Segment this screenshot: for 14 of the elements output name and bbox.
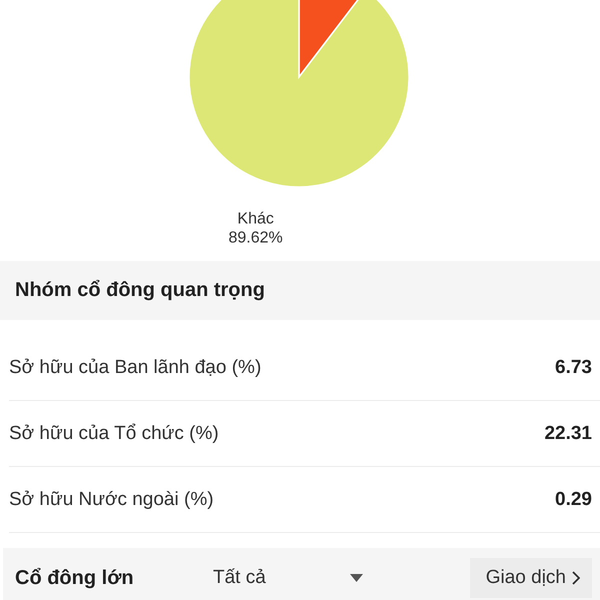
panel-title: Cổ đông lớn: [14, 566, 135, 590]
ownership-value: 6.73: [555, 356, 592, 378]
slice-name-label: Khác: [237, 210, 274, 228]
ownership-label: Sở hữu Nước ngoài (%): [9, 488, 214, 510]
section-title: Nhóm cổ đông quan trọng: [15, 279, 265, 302]
ownership-value: 22.31: [544, 422, 592, 444]
chevron-right-icon: [572, 571, 580, 585]
ownership-label: Sở hữu của Tổ chức (%): [9, 422, 219, 444]
transactions-link[interactable]: Giao dịch: [470, 558, 592, 598]
filter-dropdown[interactable]: Tất cả: [213, 558, 363, 598]
ownership-value: 0.29: [555, 488, 592, 510]
caret-down-icon: [350, 574, 363, 582]
slice-percent-label: 89.62%: [228, 229, 283, 246]
ownership-label: Sở hữu của Ban lãnh đạo (%): [9, 356, 262, 378]
